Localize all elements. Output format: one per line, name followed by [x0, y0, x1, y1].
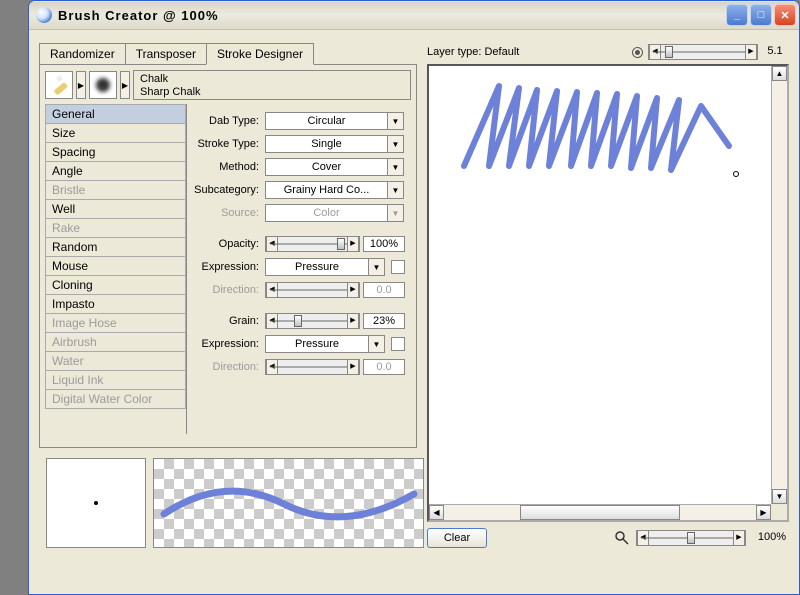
chevron-down-icon[interactable]: ▼: [368, 335, 385, 353]
chevron-down-icon: ▼: [387, 204, 404, 222]
opacity-expr-label: Expression:: [193, 261, 265, 273]
sidebar-item-bristle: Bristle: [45, 181, 186, 200]
grain-slider[interactable]: ◀▶: [265, 313, 360, 329]
grain-label: Grain:: [193, 315, 265, 327]
clear-button[interactable]: Clear: [427, 528, 487, 548]
chevron-down-icon[interactable]: ▼: [368, 258, 385, 276]
subcategory-label: Subcategory:: [193, 184, 265, 196]
size-value: 5.1: [761, 44, 789, 60]
opacity-value[interactable]: 100%: [363, 236, 405, 252]
titlebar[interactable]: Brush Creator @ 100% _ □ ✕: [29, 1, 799, 30]
chevron-down-icon[interactable]: ▼: [387, 181, 404, 199]
property-pane: Dab Type: Circular▼ Stroke Type: Single▼…: [187, 104, 411, 434]
brush-variant-icon[interactable]: [89, 71, 117, 99]
close-button[interactable]: ✕: [774, 4, 796, 26]
chevron-down-icon[interactable]: ▼: [387, 158, 404, 176]
magnifier-icon: [614, 530, 630, 546]
sidebar-item-well[interactable]: Well: [45, 200, 186, 219]
sidebar-item-image-hose: Image Hose: [45, 314, 186, 333]
dab-preview: [46, 458, 146, 548]
subcategory-combo[interactable]: Grainy Hard Co...▼: [265, 181, 388, 199]
opacity-expr-combo[interactable]: Pressure▼: [265, 258, 369, 276]
zoom-value: 100%: [755, 530, 789, 546]
chevron-down-icon[interactable]: ▼: [387, 135, 404, 153]
source-label: Source:: [193, 207, 265, 219]
right-panel: Layer type: Default ◀▶ 5.1 ▲ ▼ ◀▶: [427, 43, 789, 548]
grain-dir-slider: ◀▶: [265, 359, 360, 375]
tabs: Randomizer Transposer Stroke Designer: [39, 43, 417, 65]
opacity-slider[interactable]: ◀▶: [265, 236, 360, 252]
grain-invert-checkbox[interactable]: [391, 337, 405, 351]
sidebar-item-airbrush: Airbrush: [45, 333, 186, 352]
grain-expr-combo[interactable]: Pressure▼: [265, 335, 369, 353]
app-icon: [36, 7, 52, 23]
grain-dir-label: Direction:: [193, 361, 265, 373]
tab-stroke-designer[interactable]: Stroke Designer: [206, 43, 314, 65]
sidebar-item-impasto[interactable]: Impasto: [45, 295, 186, 314]
opacity-invert-checkbox[interactable]: [391, 260, 405, 274]
brush-category-dropdown[interactable]: ▶: [76, 71, 86, 99]
sidebar-item-angle[interactable]: Angle: [45, 162, 186, 181]
brush-category-icon[interactable]: [45, 71, 73, 99]
source-combo: Color▼: [265, 204, 388, 222]
grain-dir-value: 0.0: [363, 359, 405, 375]
size-radio[interactable]: [632, 47, 643, 58]
sidebar-item-spacing[interactable]: Spacing: [45, 143, 186, 162]
tab-transposer[interactable]: Transposer: [125, 43, 207, 65]
zoom-slider[interactable]: ◀▶: [636, 530, 746, 546]
sidebar-item-rake: Rake: [45, 219, 186, 238]
stroke-preview: [153, 458, 424, 548]
dab-type-combo[interactable]: Circular▼: [265, 112, 388, 130]
sidebar-item-cloning[interactable]: Cloning: [45, 276, 186, 295]
brush-name-box: Chalk Sharp Chalk: [133, 70, 411, 100]
tab-body: ▶ ▶ Chalk Sharp Chalk GeneralSizeSpacing…: [39, 64, 417, 448]
grain-expr-label: Expression:: [193, 338, 265, 350]
chevron-down-icon[interactable]: ▼: [387, 112, 404, 130]
sidebar-item-mouse[interactable]: Mouse: [45, 257, 186, 276]
sidebar-item-water: Water: [45, 352, 186, 371]
brush-variant-dropdown[interactable]: ▶: [120, 71, 130, 99]
preview-canvas[interactable]: [429, 66, 771, 504]
left-panel: Randomizer Transposer Stroke Designer ▶ …: [39, 43, 417, 448]
horizontal-scrollbar[interactable]: ◀▶: [429, 504, 771, 520]
layer-type-label: Layer type: Default: [427, 46, 519, 58]
opacity-dir-slider: ◀▶: [265, 282, 360, 298]
stroke-type-combo[interactable]: Single▼: [265, 135, 388, 153]
sidebar-item-size[interactable]: Size: [45, 124, 186, 143]
opacity-dir-value: 0.0: [363, 282, 405, 298]
opacity-label: Opacity:: [193, 238, 265, 250]
property-sidebar: GeneralSizeSpacingAngleBristleWellRakeRa…: [45, 104, 187, 434]
brush-variant-label: Sharp Chalk: [140, 86, 404, 99]
scroll-corner: [771, 504, 787, 520]
vertical-scrollbar[interactable]: ▲ ▼: [771, 66, 787, 504]
sidebar-item-general[interactable]: General: [45, 104, 186, 124]
sidebar-item-random[interactable]: Random: [45, 238, 186, 257]
sidebar-item-digital-water-color: Digital Water Color: [45, 390, 186, 409]
canvas-frame: ▲ ▼ ◀▶: [427, 64, 789, 522]
sidebar-item-liquid-ink: Liquid Ink: [45, 371, 186, 390]
stroke-type-label: Stroke Type:: [193, 138, 265, 150]
method-combo[interactable]: Cover▼: [265, 158, 388, 176]
method-label: Method:: [193, 161, 265, 173]
size-slider[interactable]: ◀▶: [648, 44, 758, 60]
window-title: Brush Creator @ 100%: [58, 8, 726, 23]
minimize-button[interactable]: _: [726, 4, 748, 26]
maximize-button[interactable]: □: [750, 4, 772, 26]
dab-type-label: Dab Type:: [193, 115, 265, 127]
grain-value[interactable]: 23%: [363, 313, 405, 329]
client-area: Randomizer Transposer Stroke Designer ▶ …: [32, 31, 796, 591]
tab-randomizer[interactable]: Randomizer: [39, 43, 126, 65]
brush-creator-window: Brush Creator @ 100% _ □ ✕ Randomizer Tr…: [28, 0, 800, 595]
brush-category-label: Chalk: [140, 73, 404, 86]
opacity-dir-label: Direction:: [193, 284, 265, 296]
